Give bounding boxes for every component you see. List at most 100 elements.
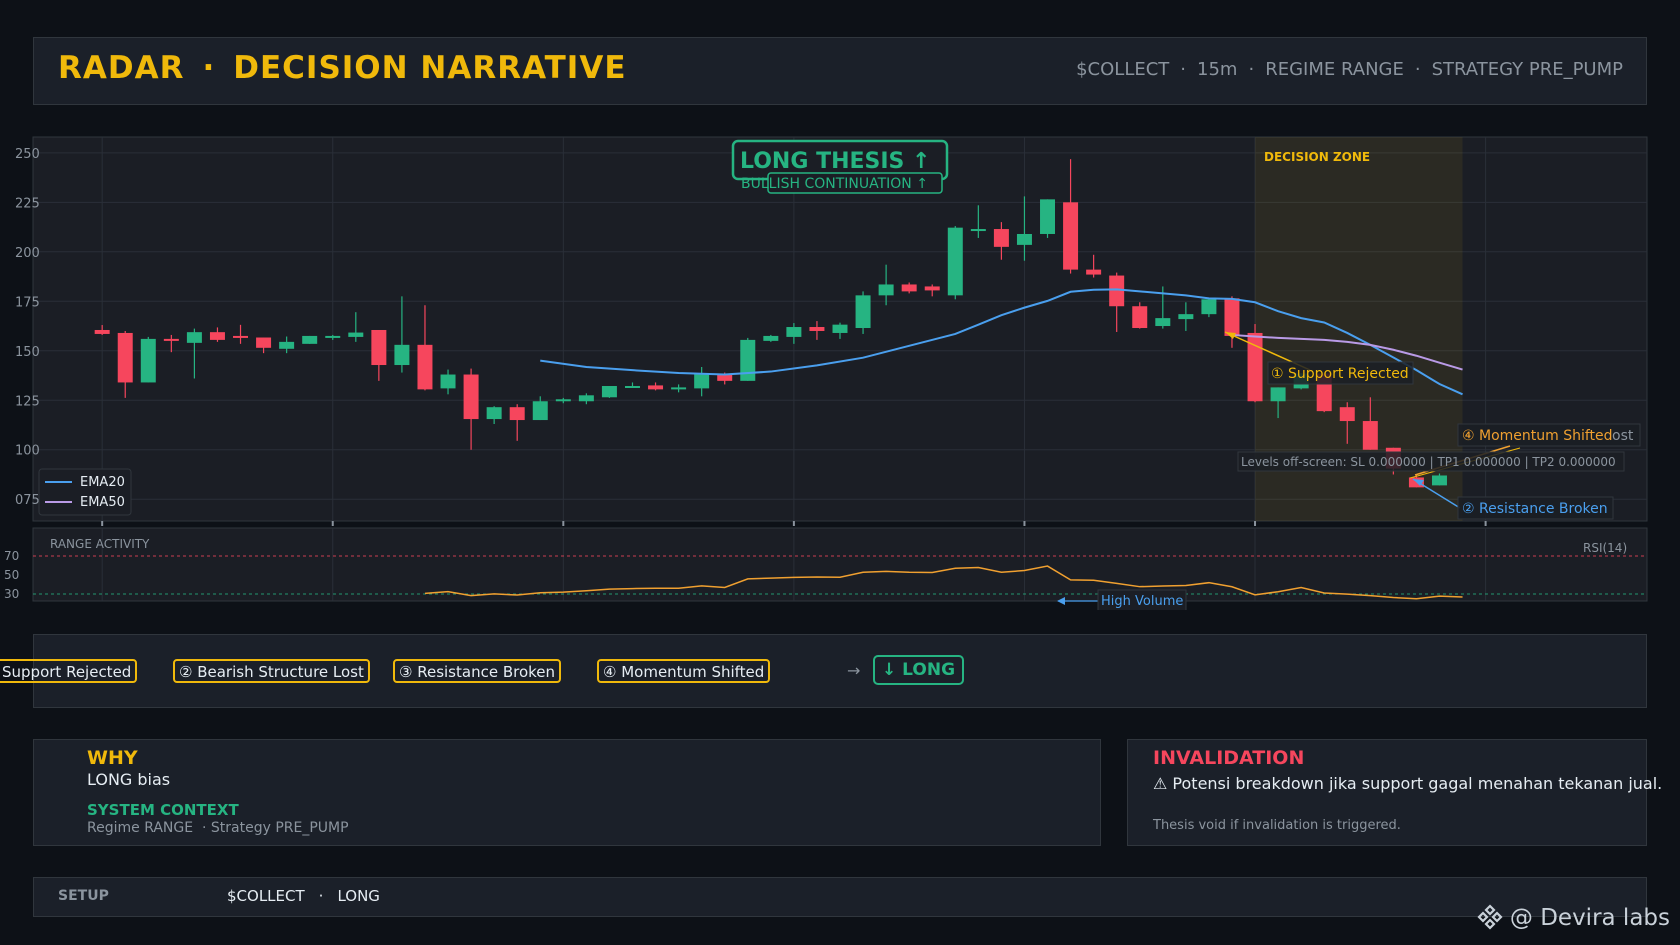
candle-body [1132, 306, 1148, 329]
candle-body [371, 329, 387, 366]
candle-body [440, 374, 456, 389]
candle-body [233, 335, 249, 338]
y-tick-label: 250 [15, 147, 40, 162]
candle-body [279, 341, 295, 349]
candle-body [947, 227, 963, 296]
invalidation-note: Thesis void if invalidation is triggered… [1153, 818, 1401, 833]
chip-bearish-structure-lost: ② Bearish Structure Lost [173, 659, 370, 683]
range-activity-label: RANGE ACTIVITY [50, 537, 150, 551]
flow-result-badge: ↓ LONG [873, 655, 965, 685]
system-context-title: SYSTEM CONTEXT [87, 801, 239, 819]
candle-body [555, 399, 571, 402]
candle-body [1109, 275, 1125, 307]
candle-body [1155, 318, 1171, 327]
invalidation-panel: INVALIDATION ⚠ Potensi breakdown jika su… [1127, 739, 1662, 846]
setup-label: SETUP [58, 888, 109, 904]
legend-ema20-label: EMA20 [80, 475, 125, 490]
levels-offscreen-text: Levels off-screen: SL 0.000000 | TP1 0.0… [1241, 455, 1616, 469]
y-tick-label: 225 [15, 196, 40, 211]
candle-body [486, 407, 502, 420]
candle-body [1178, 314, 1194, 320]
momentum-overlap-text: ost [1612, 428, 1634, 444]
candle-body [1016, 233, 1032, 245]
candle-body [348, 332, 364, 337]
price-chart: DECISION ZONE 250 225 200 175 150 125 100 075 L… [4, 136, 1648, 610]
candle-body [209, 332, 225, 340]
candle-body [671, 387, 687, 390]
candle-body [786, 327, 802, 337]
why-body: LONG bias [87, 770, 171, 789]
candle-body [970, 229, 986, 232]
candle-body [302, 335, 318, 344]
rsi-tick-label: 50 [4, 568, 19, 582]
candle-body [463, 374, 479, 420]
chip-support-rejected: Support Rejected [0, 659, 138, 683]
candle-body [417, 344, 433, 390]
candle-body [993, 229, 1009, 247]
candle-body [1040, 199, 1056, 234]
candle-body [1270, 387, 1286, 402]
candle-body [578, 395, 594, 402]
candle-body [1086, 269, 1102, 275]
setup-sep: · [318, 887, 324, 905]
setup-panel: SETUP $COLLECT · LONG [33, 877, 1647, 917]
rsi-chart-frame [32, 527, 1648, 602]
candle-body [832, 324, 848, 333]
y-tick-label: 075 [15, 493, 40, 508]
candle-body [648, 385, 664, 390]
chip-momentum-shifted: ④ Momentum Shifted [597, 659, 771, 683]
narrative-flow-panel: Support Rejected ② Bearish Structure Los… [0, 634, 1647, 708]
rsi-label: RSI(14) [1583, 541, 1627, 555]
thesis-title: LONG THESIS ↑ [740, 149, 930, 174]
setup-values: $COLLECT · LONG [227, 887, 380, 905]
candle-body [924, 286, 940, 291]
chart-area: DECISION ZONE 250 225 200 175 150 125 100 075 L… [0, 0, 1680, 610]
candle-body [94, 329, 110, 334]
candle-body [878, 284, 894, 296]
candle-body [1224, 298, 1240, 336]
candle-body [694, 374, 710, 389]
candle-body [140, 338, 156, 383]
rsi-axis-labels: 70 50 30 [4, 549, 19, 601]
candle-body [1339, 407, 1355, 422]
flow-arrow: → [847, 661, 861, 680]
candle-body [1431, 475, 1447, 486]
candle-body [117, 332, 133, 383]
legend-ema50-label: EMA50 [80, 495, 125, 510]
thesis-subtitle: BULLISH CONTINUATION ↑ [741, 176, 928, 192]
candle-body [1362, 421, 1378, 450]
setup-side: LONG [337, 887, 380, 905]
binance-diamond-icon [1477, 904, 1503, 930]
system-context-body: Regime RANGE · Strategy PRE_PUMP [87, 820, 349, 836]
candle-body [394, 344, 410, 366]
candle-body [601, 386, 617, 398]
rsi-tick-label: 30 [4, 587, 19, 601]
y-tick-label: 175 [15, 295, 40, 310]
candle-body [532, 401, 548, 421]
y-tick-label: 125 [15, 394, 40, 409]
y-tick-label: 150 [15, 345, 40, 360]
invalidation-body: ⚠ Potensi breakdown jika support gagal m… [1153, 774, 1663, 793]
candle-body [186, 332, 202, 343]
candle-body [1063, 202, 1079, 270]
high-volume-label: High Volume [1101, 594, 1183, 609]
why-title: WHY [87, 747, 138, 769]
why-panel: WHY LONG bias SYSTEM CONTEXT Regime RANG… [33, 739, 1101, 846]
rsi-tick-label: 70 [4, 549, 19, 563]
resistance-broken-label: ② Resistance Broken [1462, 501, 1608, 517]
invalidation-title: INVALIDATION [1153, 747, 1305, 769]
candle-body [1201, 299, 1217, 315]
candle-body [901, 284, 917, 292]
watermark-text: @ Devira labs [1509, 905, 1670, 931]
watermark: @ Devira labs [1477, 904, 1670, 931]
candle-body [740, 339, 756, 381]
candle-body [325, 335, 341, 338]
candle-body [509, 407, 525, 421]
y-tick-label: 100 [15, 444, 40, 459]
momentum-shifted-label: ④ Momentum Shifted [1462, 428, 1613, 444]
y-tick-label: 200 [15, 246, 40, 261]
candle-body [855, 295, 871, 329]
decision-zone-label: DECISION ZONE [1264, 150, 1370, 164]
candle-body [809, 327, 825, 331]
candle-body [163, 338, 179, 341]
